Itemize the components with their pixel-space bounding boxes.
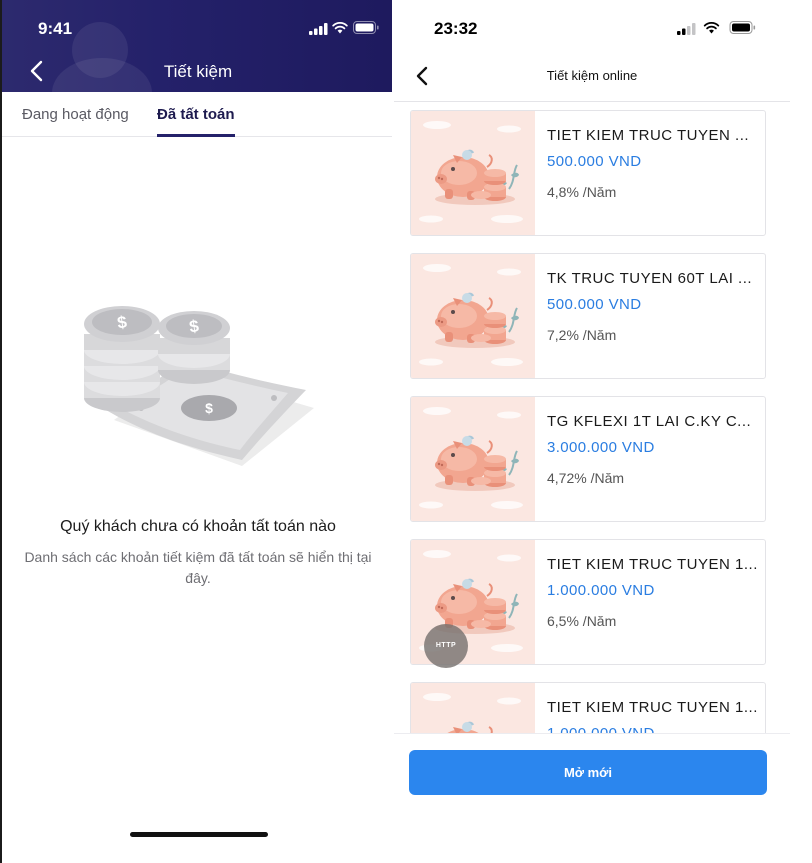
savings-product-card[interactable]: TIET KIEM TRUC TUYEN 1... 1.000.000 VND (410, 682, 766, 733)
tab-active-savings[interactable]: Đang hoạt động (22, 106, 129, 123)
piggy-bank-icon (423, 693, 521, 733)
battery-icon (729, 21, 756, 34)
product-amount: 1.000.000 VND (547, 582, 655, 599)
status-time: 9:41 (38, 19, 73, 38)
product-name: TIET KIEM TRUC TUYEN 1... (547, 699, 758, 716)
status-bar: 23:32 (394, 18, 790, 40)
http-debug-badge[interactable]: HTTP (424, 624, 468, 668)
empty-state-description: Danh sách các khoản tiết kiệm đã tất toá… (24, 549, 372, 586)
piggy-bank-thumbnail (411, 397, 535, 521)
product-amount: 500.000 VND (547, 296, 642, 313)
piggy-bank-icon (419, 407, 523, 509)
cellular-signal-icon (309, 23, 328, 35)
product-name: TK TRUC TUYEN 60T LAI ... (547, 270, 753, 287)
screenshot-stage: 9:41 Tiết kiệm Đang hoạt động Đã tất toá… (0, 0, 812, 863)
active-tab-indicator (157, 134, 235, 137)
bottom-action-bar: Mở mới (394, 733, 790, 863)
product-rate: 4,72% /Năm (547, 470, 625, 486)
product-rate: 6,5% /Năm (547, 613, 617, 629)
product-name: TIET KIEM TRUC TUYEN 1... (547, 556, 758, 573)
piggy-bank-thumbnail (411, 111, 535, 235)
product-rate: 4,8% /Năm (547, 184, 617, 200)
savings-product-card[interactable]: TK TRUC TUYEN 60T LAI ... 500.000 VND 7,… (410, 253, 766, 379)
right-phone-screen: 23:32 Tiết kiệm online TIET KIEM TRUC TU… (394, 0, 790, 863)
status-time: 23:32 (434, 19, 478, 38)
piggy-bank-thumbnail (411, 683, 535, 733)
page-title: Tiết kiệm online (546, 68, 638, 83)
page-title: Tiết kiệm (163, 62, 233, 81)
open-new-savings-button[interactable]: Mở mới (409, 750, 767, 795)
cellular-signal-icon (677, 23, 696, 35)
piggy-bank-icon (419, 264, 523, 366)
empty-state-title: Quý khách chưa có khoản tất toán nào (60, 518, 336, 535)
wifi-icon (703, 21, 720, 34)
savings-header: 9:41 Tiết kiệm (2, 0, 392, 92)
navigation-bar: Tiết kiệm online (394, 50, 790, 102)
empty-money-illustration: $ $ $ (84, 306, 314, 466)
product-amount: 500.000 VND (547, 153, 642, 170)
product-name: TIET KIEM TRUC TUYEN ... (547, 127, 750, 144)
savings-product-card[interactable]: TG KFLEXI 1T LAI C.KY C... 3.000.000 VND… (410, 396, 766, 522)
status-bar: 9:41 (2, 18, 392, 40)
svg-text:$: $ (205, 400, 213, 416)
savings-product-card[interactable]: TIET KIEM TRUC TUYEN ... 500.000 VND 4,8… (410, 110, 766, 236)
home-indicator (130, 832, 268, 837)
left-phone-screen: 9:41 Tiết kiệm Đang hoạt động Đã tất toá… (0, 0, 392, 863)
product-amount: 3.000.000 VND (547, 439, 655, 456)
product-name: TG KFLEXI 1T LAI C.KY C... (547, 413, 752, 430)
wifi-icon (332, 21, 348, 34)
battery-icon (353, 21, 379, 34)
piggy-bank-thumbnail (411, 254, 535, 378)
savings-tabs: Đang hoạt động Đã tất toán (2, 92, 392, 137)
tab-settled-savings[interactable]: Đã tất toán (157, 106, 235, 123)
product-amount: 1.000.000 VND (547, 725, 655, 733)
piggy-bank-icon (419, 121, 523, 223)
product-rate: 7,2% /Năm (547, 327, 617, 343)
